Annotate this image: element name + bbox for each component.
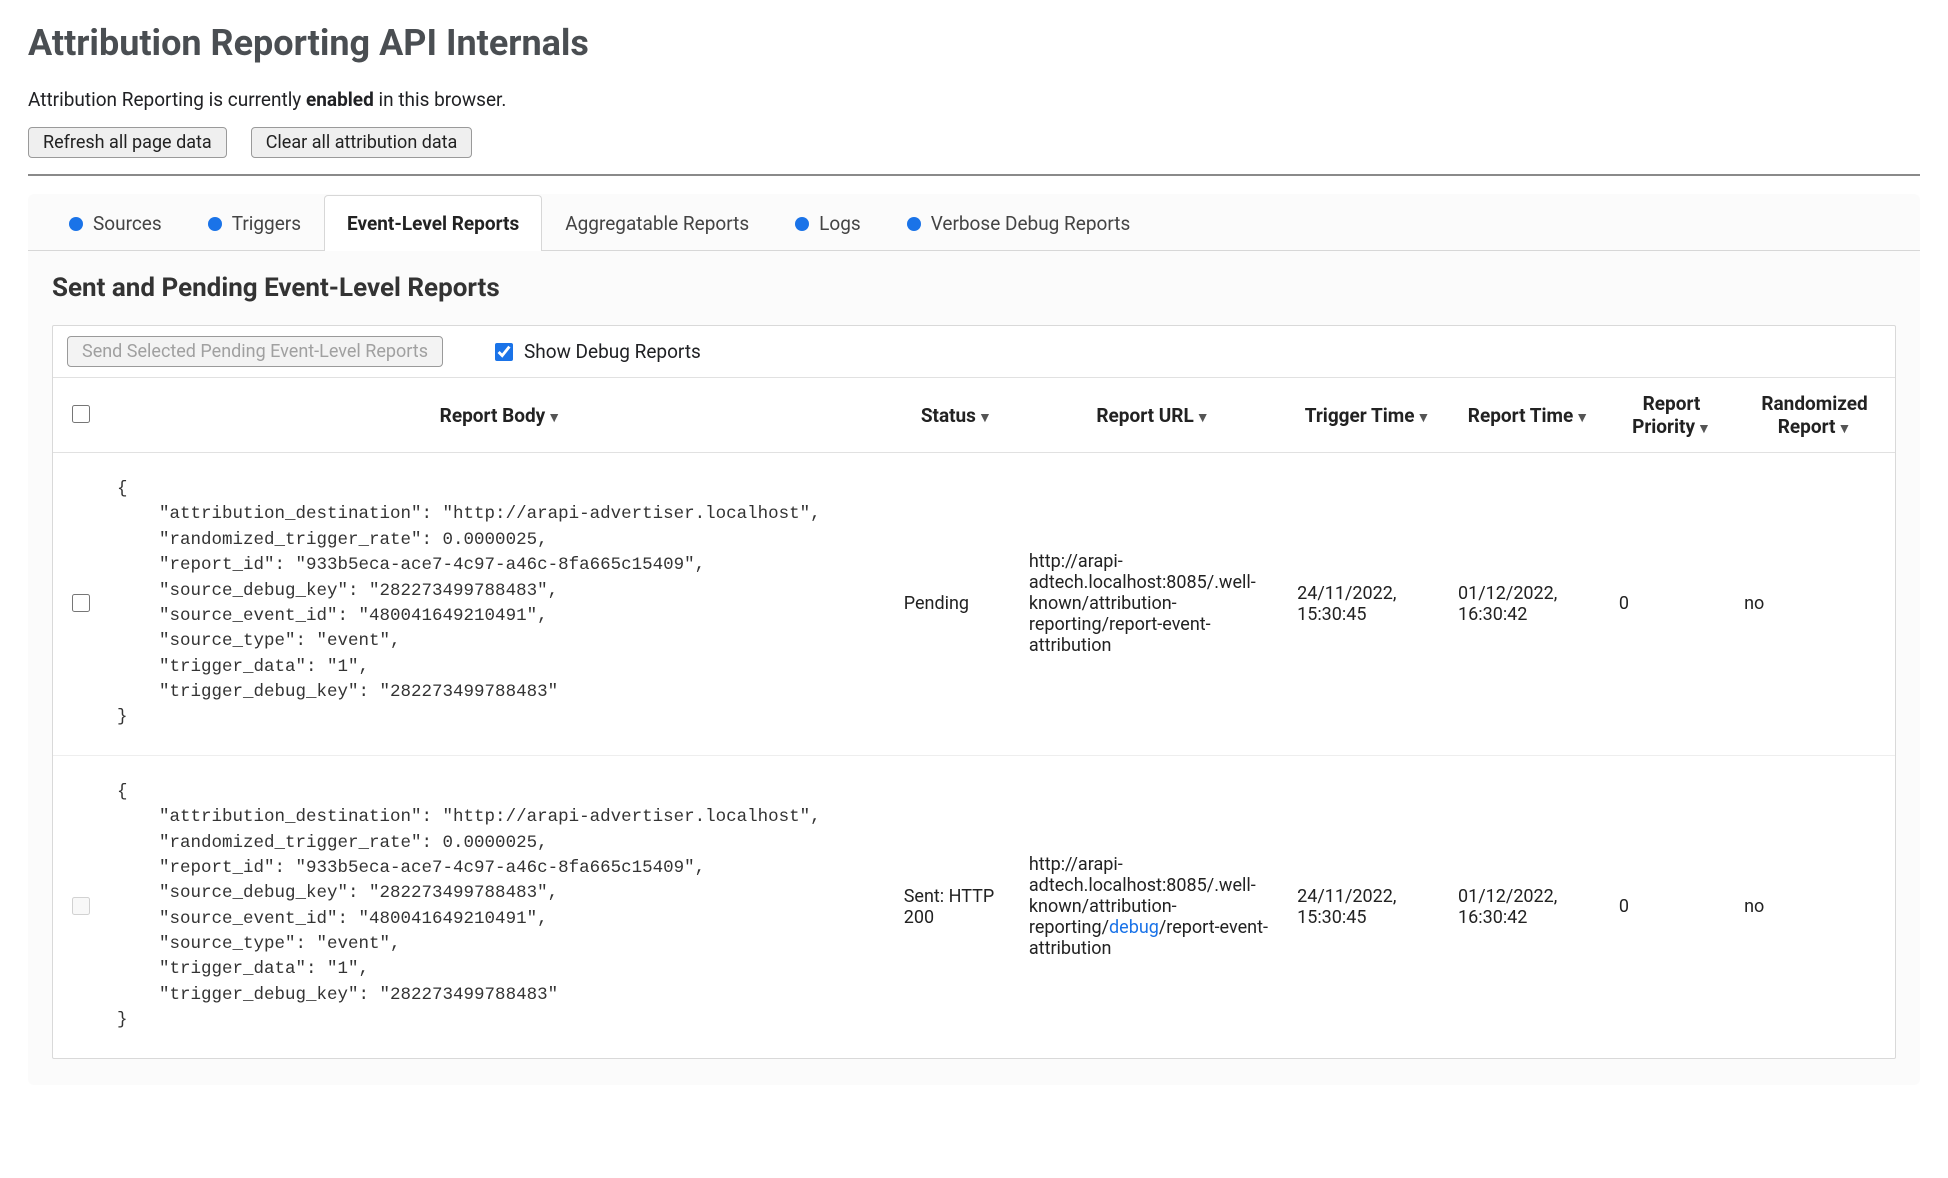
refresh-button[interactable]: Refresh all page data xyxy=(28,127,227,158)
col-status[interactable]: Status▼ xyxy=(894,378,1019,453)
sort-icon: ▼ xyxy=(978,410,992,426)
cell-report-priority: 0 xyxy=(1609,755,1734,1057)
col-report-time[interactable]: Report Time▼ xyxy=(1448,378,1609,453)
col-label: Trigger Time xyxy=(1305,404,1415,427)
col-trigger-time[interactable]: Trigger Time▼ xyxy=(1287,378,1448,453)
row-select-cell xyxy=(53,453,107,756)
cell-trigger-time: 24/11/2022, 15:30:45 xyxy=(1287,453,1448,756)
cell-report-time: 01/12/2022, 16:30:42 xyxy=(1448,453,1609,756)
tab-label: Triggers xyxy=(232,212,301,235)
cell-report-body: { "attribution_destination": "http://ara… xyxy=(107,755,894,1057)
cell-status: Pending xyxy=(894,453,1019,756)
dot-icon xyxy=(795,217,809,231)
cell-randomized-report: no xyxy=(1734,755,1895,1057)
tab-label: Event-Level Reports xyxy=(347,212,519,235)
cell-report-url: http://arapi-adtech.localhost:8085/.well… xyxy=(1019,755,1287,1057)
cell-report-body: { "attribution_destination": "http://ara… xyxy=(107,453,894,756)
select-all-checkbox[interactable] xyxy=(72,405,90,423)
row-select-checkbox[interactable] xyxy=(72,897,90,915)
dot-icon xyxy=(69,217,83,231)
clear-button[interactable]: Clear all attribution data xyxy=(251,127,473,158)
col-label: Report Time xyxy=(1468,404,1573,427)
col-label: Randomized Report xyxy=(1761,392,1867,438)
show-debug-text: Show Debug Reports xyxy=(524,340,701,363)
col-select-all[interactable] xyxy=(53,378,107,453)
col-randomized-report[interactable]: Randomized Report▼ xyxy=(1734,378,1895,453)
cell-report-url: http://arapi-adtech.localhost:8085/.well… xyxy=(1019,453,1287,756)
cell-randomized-report: no xyxy=(1734,453,1895,756)
send-selected-button[interactable]: Send Selected Pending Event-Level Report… xyxy=(67,336,443,367)
col-label: Report URL xyxy=(1096,404,1193,427)
cell-report-priority: 0 xyxy=(1609,453,1734,756)
cell-trigger-time: 24/11/2022, 15:30:45 xyxy=(1287,755,1448,1057)
sort-icon: ▼ xyxy=(1575,410,1589,426)
tab-label: Sources xyxy=(93,212,162,235)
tab-logs[interactable]: Logs xyxy=(772,195,884,251)
status-prefix: Attribution Reporting is currently xyxy=(28,88,306,111)
tab-label: Aggregatable Reports xyxy=(565,212,749,235)
section-title: Sent and Pending Event-Level Reports xyxy=(52,273,1920,303)
col-label: Status xyxy=(921,404,976,427)
col-label: Report Priority xyxy=(1632,392,1700,438)
divider xyxy=(28,174,1920,176)
status-suffix: in this browser. xyxy=(374,88,507,111)
sort-icon: ▼ xyxy=(1837,421,1851,437)
tab-aggregatable-reports[interactable]: Aggregatable Reports xyxy=(542,195,772,251)
tab-verbose-debug-reports[interactable]: Verbose Debug Reports xyxy=(884,195,1154,251)
sort-icon: ▼ xyxy=(1417,410,1431,426)
cell-report-time: 01/12/2022, 16:30:42 xyxy=(1448,755,1609,1057)
sort-icon: ▼ xyxy=(1697,421,1711,437)
tab-label: Logs xyxy=(819,212,861,235)
page-title: Attribution Reporting API Internals xyxy=(28,22,1920,64)
dot-icon xyxy=(208,217,222,231)
table-row: { "attribution_destination": "http://ara… xyxy=(53,453,1895,756)
cell-status: Sent: HTTP 200 xyxy=(894,755,1019,1057)
tab-label: Verbose Debug Reports xyxy=(931,212,1131,235)
report-body-json: { "attribution_destination": "http://ara… xyxy=(117,477,884,731)
col-report-priority[interactable]: Report Priority▼ xyxy=(1609,378,1734,453)
sort-icon: ▼ xyxy=(547,410,561,426)
row-select-checkbox[interactable] xyxy=(72,594,90,612)
col-report-body[interactable]: Report Body▼ xyxy=(107,378,894,453)
status-state: enabled xyxy=(306,88,374,111)
show-debug-label[interactable]: Show Debug Reports xyxy=(491,340,701,364)
col-report-url[interactable]: Report URL▼ xyxy=(1019,378,1287,453)
reports-table: Report Body▼ Status▼ Report URL▼ Trigger… xyxy=(53,378,1895,1058)
tab-bar: Sources Triggers Event-Level Reports Agg… xyxy=(28,194,1920,251)
status-line: Attribution Reporting is currently enabl… xyxy=(28,88,1920,111)
col-label: Report Body xyxy=(440,404,546,427)
report-body-json: { "attribution_destination": "http://ara… xyxy=(117,780,884,1034)
tab-event-level-reports[interactable]: Event-Level Reports xyxy=(324,195,542,251)
sort-icon: ▼ xyxy=(1196,410,1210,426)
show-debug-checkbox[interactable] xyxy=(495,343,513,361)
tab-sources[interactable]: Sources xyxy=(46,195,185,251)
row-select-cell xyxy=(53,755,107,1057)
dot-icon xyxy=(907,217,921,231)
reports-table-container: Send Selected Pending Event-Level Report… xyxy=(52,325,1896,1059)
tab-triggers[interactable]: Triggers xyxy=(185,195,324,251)
table-row: { "attribution_destination": "http://ara… xyxy=(53,755,1895,1057)
